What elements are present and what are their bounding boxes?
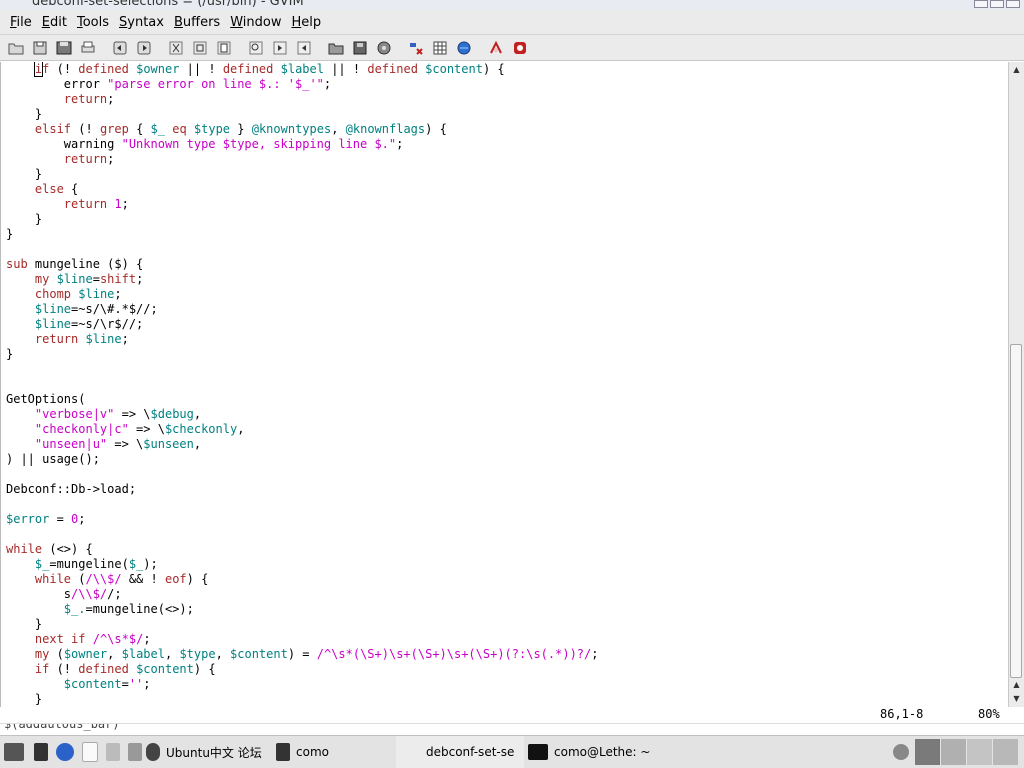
menu-syntax[interactable]: Syntax [119,15,164,30]
save-all-icon[interactable] [54,38,74,58]
menu-file[interactable]: File [10,15,32,30]
code-text: if (! defined $owner || ! defined $label… [6,62,599,706]
undo-icon[interactable] [110,38,130,58]
cursor-position: 86,1-8 [880,707,924,721]
tags-icon[interactable] [454,38,474,58]
launcher-network-icon[interactable] [106,736,126,768]
window-titlebar: debconf-set-selections = (/usr/bin) - GV… [0,0,1024,10]
workspace-2[interactable] [941,739,966,765]
task-terminal[interactable]: como@Lethe: ~ [528,736,650,768]
maximize-button[interactable] [990,0,1004,8]
menu-help[interactable]: Help [291,15,321,30]
vertical-scrollbar[interactable]: ▲ ▲ ▼ [1008,62,1024,707]
toolbar [0,35,1024,61]
minimize-button[interactable] [974,0,988,8]
redo-icon[interactable] [134,38,154,58]
scroll-up-small-arrow-icon[interactable]: ▲ [1010,678,1023,691]
task-ubuntu-forum[interactable]: Ubuntu中文 论坛 [146,736,262,768]
find-next-icon[interactable] [270,38,290,58]
workspace-3[interactable] [967,739,992,765]
menubar: File Edit Tools Syntax Buffers Window He… [0,10,1024,35]
close-button[interactable] [1006,0,1020,8]
find-help-icon[interactable] [510,38,530,58]
scroll-up-arrow-icon[interactable]: ▲ [1010,63,1023,76]
scroll-down-arrow-icon[interactable]: ▼ [1010,692,1023,705]
launcher-browser-icon[interactable] [56,736,80,768]
workspace-1[interactable] [915,739,940,765]
make-icon[interactable] [406,38,426,58]
window-title: debconf-set-selections = (/usr/bin) - GV… [32,0,304,9]
menu-edit[interactable]: Edit [42,15,67,30]
shell-icon[interactable] [430,38,450,58]
run-script-icon[interactable] [374,38,394,58]
menu-tools[interactable]: Tools [77,15,109,30]
taskbar: Ubuntu中文 论坛 como debconf-set-se como@Let… [0,735,1024,768]
save-icon[interactable] [30,38,50,58]
menu-buffers[interactable]: Buffers [174,15,220,30]
find-prev-icon[interactable] [294,38,314,58]
launcher-misc-icon[interactable] [128,736,148,768]
scrollbar-thumb[interactable] [1010,344,1022,678]
load-session-icon[interactable] [326,38,346,58]
tray-volume-icon[interactable] [893,736,915,768]
open-icon[interactable] [6,38,26,58]
task-como[interactable]: como [276,736,329,768]
paste-icon[interactable] [214,38,234,58]
cut-icon[interactable] [166,38,186,58]
vim-status-line: 86,1-8 80% [0,707,1008,723]
terminal-text: $(addautous_bar) [4,723,120,731]
task-gvim-active[interactable]: debconf-set-se [396,736,524,768]
print-icon[interactable] [78,38,98,58]
find-icon[interactable] [246,38,266,58]
copy-icon[interactable] [190,38,210,58]
show-desktop-icon[interactable] [4,736,30,768]
help-icon[interactable] [486,38,506,58]
scroll-percent: 80% [978,707,1000,721]
save-session-icon[interactable] [350,38,370,58]
window-controls [974,0,1020,8]
launcher-editor-icon[interactable] [82,736,104,768]
launcher-terminal-icon[interactable] [34,736,54,768]
menu-window[interactable]: Window [230,15,281,30]
workspace-4[interactable] [993,739,1018,765]
code-editor[interactable]: if (! defined $owner || ! defined $label… [0,62,1009,707]
